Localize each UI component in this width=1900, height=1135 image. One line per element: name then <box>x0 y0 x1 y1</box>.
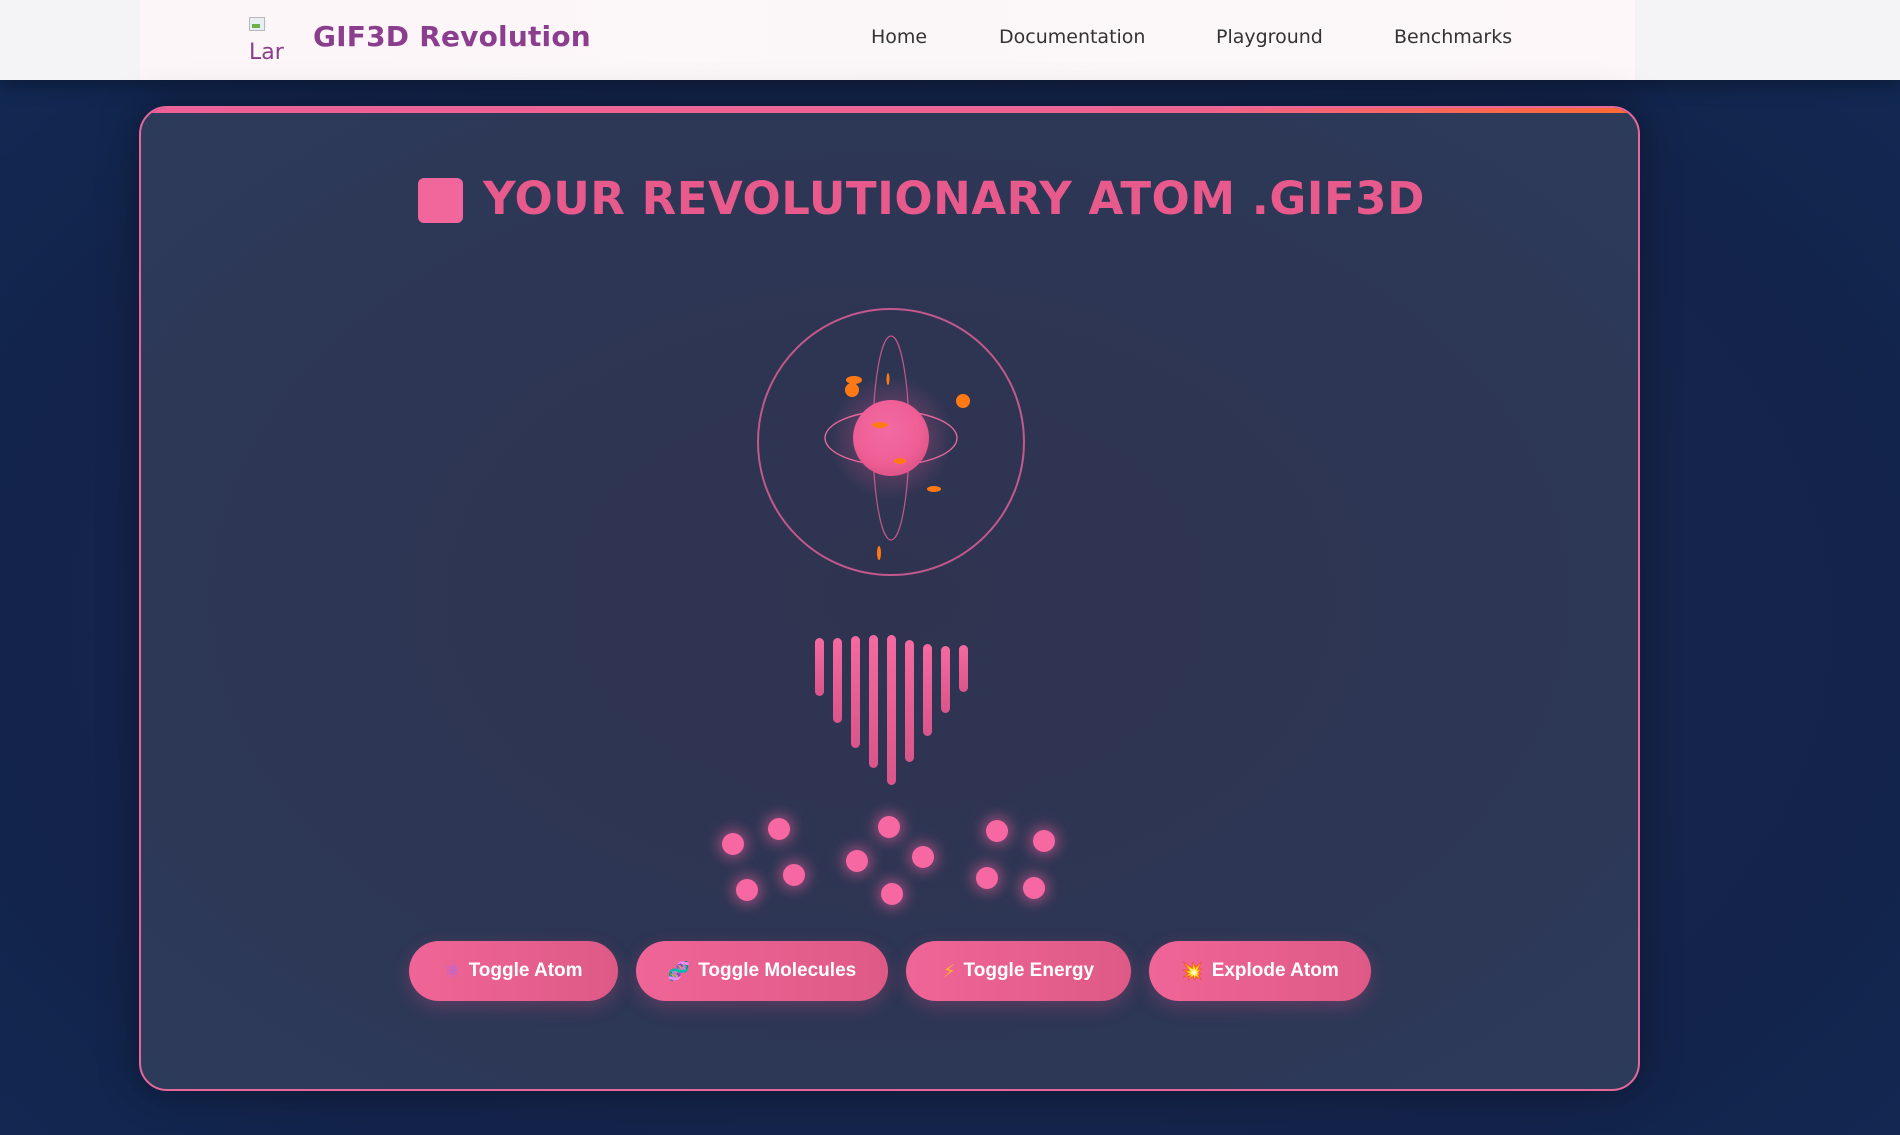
explosion-icon: 💥 <box>1181 960 1204 982</box>
molecule-atom <box>881 883 903 905</box>
molecule-atom <box>976 867 998 889</box>
toggle-molecules-button[interactable]: 🧬 Toggle Molecules <box>636 941 888 1001</box>
energy-bar <box>833 638 842 723</box>
logo-alt-text: Lar <box>249 40 284 64</box>
toggle-molecules-label: Toggle Molecules <box>698 960 857 981</box>
energy-bar <box>923 644 932 736</box>
molecule-atom <box>986 820 1008 842</box>
molecule-atom <box>912 846 934 868</box>
energy-bar <box>941 646 950 713</box>
atom-icon: ⚛ <box>444 960 461 982</box>
brand-name[interactable]: GIF3D Revolution <box>313 20 591 53</box>
molecule-atom <box>768 818 790 840</box>
electron <box>846 376 862 384</box>
dna-icon: 🧬 <box>667 960 691 982</box>
energy-bar <box>851 636 860 748</box>
molecule-atom <box>1033 830 1055 852</box>
broken-image-icon <box>249 17 265 31</box>
electron <box>894 458 906 464</box>
lightning-icon: ⚡ <box>942 960 956 982</box>
energy-bar <box>815 638 824 696</box>
electron <box>877 546 881 560</box>
energy-bars[interactable] <box>815 635 968 785</box>
molecule-atom <box>846 850 868 872</box>
toggle-energy-button[interactable]: ⚡ Toggle Energy <box>906 941 1131 1001</box>
nav-documentation[interactable]: Documentation <box>999 26 1145 48</box>
toggle-atom-label: Toggle Atom <box>468 960 583 981</box>
electron <box>927 486 941 492</box>
explode-atom-button[interactable]: 💥 Explode Atom <box>1149 941 1371 1001</box>
atom-group[interactable] <box>757 308 1025 576</box>
toggle-atom-button[interactable]: ⚛ Toggle Atom <box>409 941 618 1001</box>
molecule-atom <box>736 879 758 901</box>
energy-bar <box>887 635 896 785</box>
molecule-atom <box>1023 877 1045 899</box>
molecule-atom <box>783 864 805 886</box>
electron <box>872 422 888 428</box>
energy-bar <box>869 635 878 768</box>
atom-visual <box>719 308 1058 908</box>
nav-home[interactable]: Home <box>871 26 927 48</box>
molecule-atom <box>878 816 900 838</box>
nucleus <box>853 400 929 476</box>
energy-bar <box>959 645 968 692</box>
explode-atom-label: Explode Atom <box>1211 960 1339 981</box>
molecules[interactable] <box>719 813 1058 908</box>
logo-image[interactable]: Lar <box>249 17 295 63</box>
electron <box>886 373 890 385</box>
nav-playground[interactable]: Playground <box>1216 26 1323 48</box>
toggle-energy-label: Toggle Energy <box>963 960 1095 981</box>
electron <box>956 394 970 408</box>
electron <box>845 383 859 397</box>
top-navbar: Lar GIF3D Revolution Home Documentation … <box>0 0 1900 80</box>
molecule-atom <box>722 833 744 855</box>
atom-card: YOUR REVOLUTIONARY ATOM .GIF3D ⚛ Toggle … <box>139 106 1640 1091</box>
energy-bar <box>905 640 914 762</box>
nav-benchmarks[interactable]: Benchmarks <box>1394 26 1512 48</box>
